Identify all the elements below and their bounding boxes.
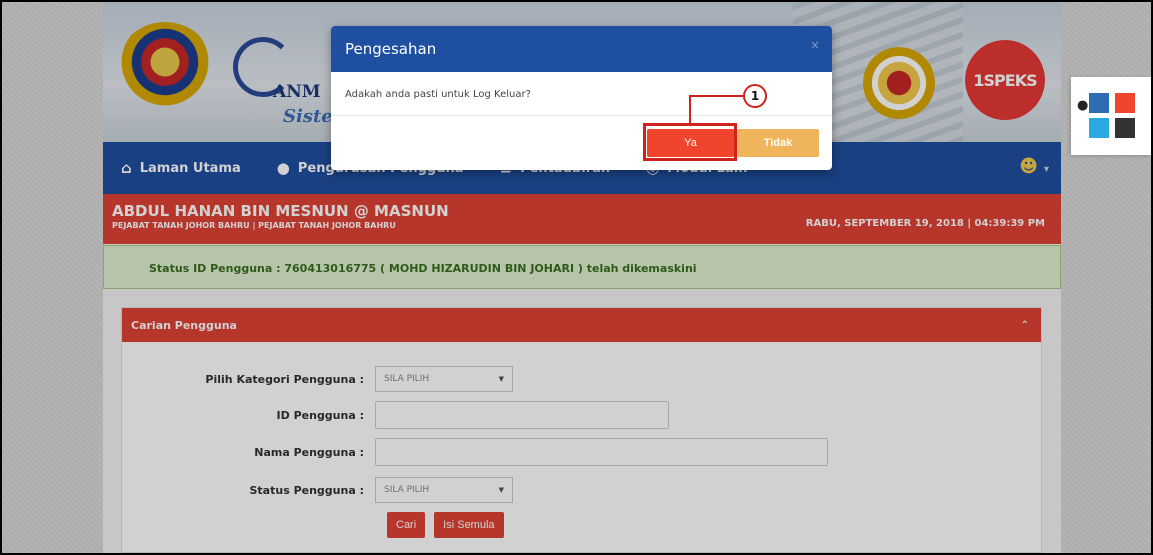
confirm-no-button[interactable]: Tidak [737,129,819,157]
dialog-header: Pengesahan × [331,26,832,72]
annotation-line [690,95,743,97]
swatch-red[interactable] [1115,93,1135,113]
close-icon[interactable]: × [810,38,820,52]
annotation-line [689,95,691,124]
droplet-icon: ● [1077,98,1089,113]
swatch-light-blue[interactable] [1089,118,1109,138]
swatch-dark[interactable] [1115,118,1135,138]
dialog-title: Pengesahan [345,40,437,58]
annotation-step-marker: 1 [743,84,767,108]
annotation-highlight [643,123,737,161]
theme-picker: ● [1071,77,1151,155]
swatch-blue[interactable] [1089,93,1109,113]
